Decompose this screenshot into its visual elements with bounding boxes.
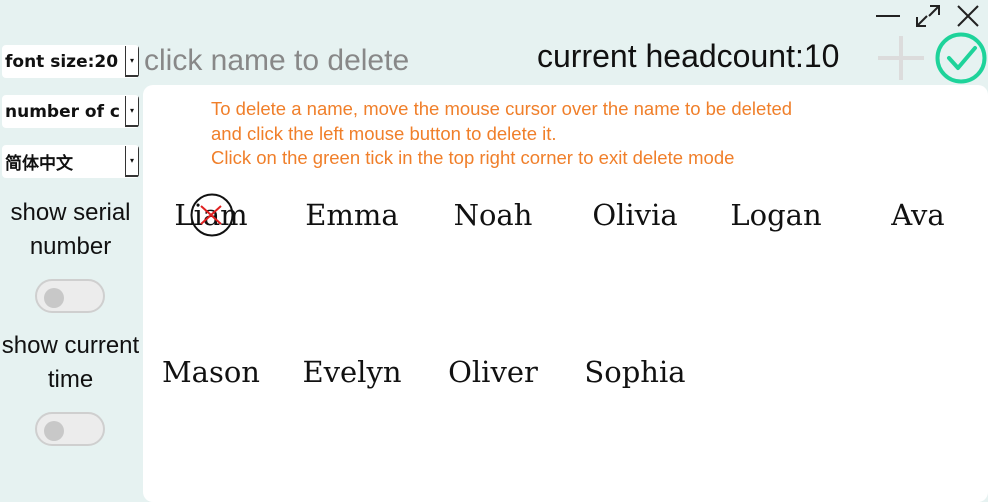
add-name-button[interactable] — [876, 34, 926, 82]
font-size-value: font size:20 — [5, 51, 119, 72]
instruction-line: To delete a name, move the mouse cursor … — [211, 98, 793, 119]
maximize-button[interactable] — [915, 4, 941, 28]
language-value: 简体中文 — [5, 154, 73, 174]
toggle-knob — [44, 421, 64, 441]
name-item[interactable]: Ava — [853, 195, 983, 235]
headcount-label: current headcount: — [537, 38, 804, 74]
maximize-icon — [916, 5, 940, 27]
columns-value: number of c — [5, 101, 120, 122]
name-item[interactable]: Liam — [146, 195, 276, 235]
show-time-label: show current time — [1, 332, 140, 393]
delete-mode-hint: click name to delete — [144, 44, 410, 77]
language-select[interactable]: 简体中文 ▾ — [2, 145, 139, 178]
show-serial-label: show serial number — [10, 199, 131, 260]
name-item[interactable]: Mason — [146, 352, 276, 392]
headcount-display: current headcount:10 — [537, 38, 839, 75]
show-serial-toggle[interactable] — [35, 279, 105, 313]
close-button[interactable] — [955, 4, 981, 28]
instruction-line: Click on the green tick in the top right… — [211, 147, 735, 168]
font-size-select[interactable]: font size:20 ▾ — [2, 45, 139, 78]
name-item[interactable]: Oliver — [428, 352, 558, 392]
name-item[interactable]: Evelyn — [287, 352, 417, 392]
name-item[interactable]: Sophia — [570, 352, 700, 392]
minimize-button[interactable] — [875, 4, 901, 28]
headcount-value: 10 — [803, 38, 840, 74]
toggle-knob — [44, 288, 64, 308]
check-circle-icon — [935, 32, 987, 84]
name-item[interactable]: Logan — [711, 195, 841, 235]
instructions: To delete a name, move the mouse cursor … — [211, 97, 792, 171]
instruction-line: and click the left mouse button to delet… — [211, 122, 557, 144]
columns-select[interactable]: number of c ▾ — [2, 95, 139, 128]
close-icon — [957, 5, 979, 27]
chevron-down-icon: ▾ — [125, 96, 139, 127]
show-time-toggle[interactable] — [35, 412, 105, 446]
plus-icon — [878, 36, 924, 80]
exit-delete-mode-button[interactable] — [934, 32, 988, 84]
name-item[interactable]: Noah — [428, 195, 558, 235]
name-item[interactable]: Olivia — [570, 195, 700, 235]
minimize-icon — [876, 15, 900, 17]
chevron-down-icon: ▾ — [125, 146, 139, 177]
names-panel: To delete a name, move the mouse cursor … — [143, 85, 988, 502]
chevron-down-icon: ▾ — [125, 46, 139, 77]
name-item[interactable]: Emma — [287, 195, 417, 235]
